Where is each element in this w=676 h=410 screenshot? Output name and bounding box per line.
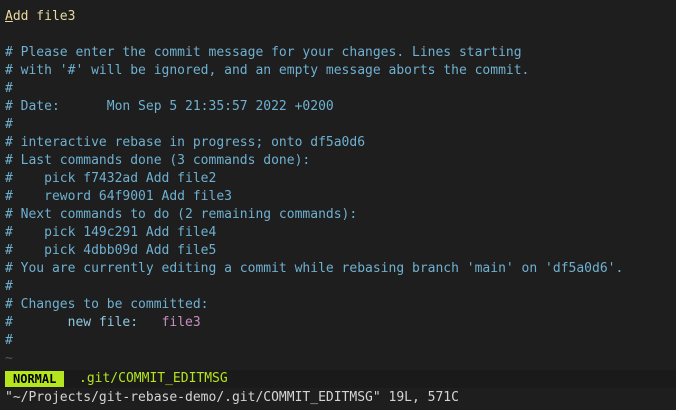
comment-changes-header: # Changes to be committed: [5,297,209,312]
commit-subject-line[interactable]: Add file3 [5,8,75,26]
comment-next-header: # Next commands to do (2 remaining comma… [5,207,358,222]
comment-line: # Please enter the commit message for yo… [5,45,522,60]
comment-change-entry: # new file: file3 [5,314,201,332]
comment-editing-notice: # You are currently editing a commit whi… [5,261,624,276]
comment-rebase-status: # interactive rebase in progress; onto d… [5,135,366,150]
change-prefix: # [5,315,68,330]
commit-subject-rest: dd file3 [12,9,76,24]
comment-done-command: # pick f7432ad Add file2 [5,171,217,186]
change-file: file3 [161,315,201,330]
status-file-name: .git/COMMIT_EDITMSG [79,371,228,386]
empty-line-marker: ~ [5,351,13,366]
comment-next-command: # pick 4dbb09d Add file5 [5,243,217,258]
change-status: new file: [67,315,139,330]
comment-date-line: # Date: Mon Sep 5 21:35:57 2022 +0200 [5,99,334,114]
comment-done-header: # Last commands done (3 commands done): [5,153,311,168]
editor-buffer[interactable]: Add file3 # Please enter the commit mess… [0,0,676,366]
comment-line: # [5,333,13,348]
comment-line: # [5,117,13,132]
change-gap [138,315,161,330]
comment-line: # [5,81,13,96]
mode-indicator: NORMAL [5,371,65,387]
status-line: NORMAL .git/COMMIT_EDITMSG [0,370,676,388]
comment-line: # with '#' will be ignored, and an empty… [5,63,530,78]
comment-done-command: # reword 64f9001 Add file3 [5,189,232,204]
command-line-message[interactable]: "~/Projects/git-rebase-demo/.git/COMMIT_… [5,389,459,407]
comment-next-command: # pick 149c291 Add file4 [5,225,217,240]
cursor: A [5,9,13,24]
comment-line: # [5,279,13,294]
